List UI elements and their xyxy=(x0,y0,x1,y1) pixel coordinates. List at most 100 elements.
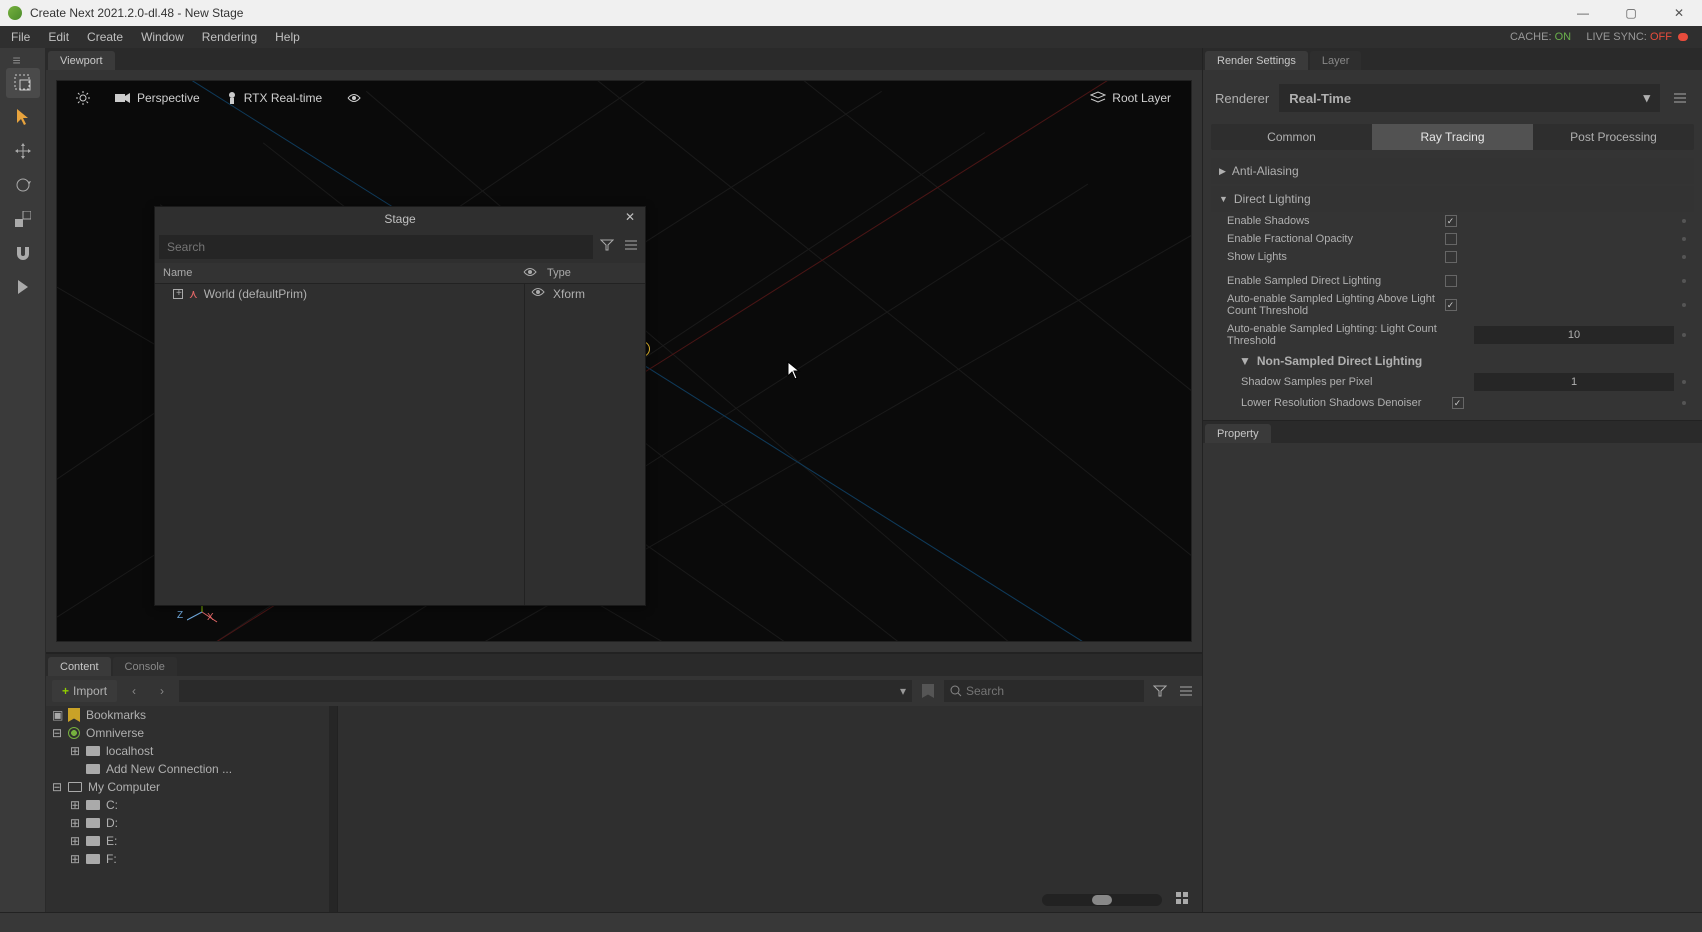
window-minimize-button[interactable]: ― xyxy=(1568,3,1598,23)
stage-filter-button[interactable] xyxy=(597,235,617,255)
nav-back-button[interactable]: ‹ xyxy=(123,680,145,702)
tree-item-drive-d[interactable]: ⊞D: xyxy=(46,814,337,832)
viewport-rendermode-button[interactable]: RTX Real-time xyxy=(218,87,330,109)
thumbnail-size-slider[interactable] xyxy=(1042,894,1162,906)
renderer-menu-button[interactable] xyxy=(1670,88,1690,108)
search-icon xyxy=(950,685,962,697)
checkbox-sampled-direct[interactable] xyxy=(1445,275,1457,287)
tab-property[interactable]: Property xyxy=(1205,424,1271,443)
label-show-lights: Show Lights xyxy=(1227,251,1437,263)
seg-common[interactable]: Common xyxy=(1211,124,1372,150)
input-shadow-samples[interactable]: 1 xyxy=(1474,373,1674,391)
content-main-area[interactable] xyxy=(338,706,1202,912)
tool-snap[interactable] xyxy=(6,238,40,268)
content-filter-button[interactable] xyxy=(1150,681,1170,701)
tree-item-localhost[interactable]: ⊞localhost xyxy=(46,742,337,760)
reset-dot-icon[interactable] xyxy=(1682,219,1686,223)
checkbox-fractional-opacity[interactable] xyxy=(1445,233,1457,245)
checkbox-lower-res-denoiser[interactable] xyxy=(1452,397,1464,409)
stage-row-world[interactable]: + ⋏ World (defaultPrim) xyxy=(155,284,524,304)
content-search-input[interactable] xyxy=(944,680,1144,702)
label-shadow-samples: Shadow Samples per Pixel xyxy=(1241,376,1466,388)
subsection-non-sampled[interactable]: ▼Non-Sampled Direct Lighting xyxy=(1211,350,1694,370)
tree-item-addconnection[interactable]: Add New Connection ... xyxy=(46,760,337,778)
reset-dot-icon[interactable] xyxy=(1682,401,1686,405)
seg-raytracing[interactable]: Ray Tracing xyxy=(1372,124,1533,150)
stage-search-input[interactable] xyxy=(159,235,593,259)
menu-help[interactable]: Help xyxy=(266,27,309,47)
omniverse-icon xyxy=(68,727,80,739)
checkbox-auto-sampled[interactable] xyxy=(1445,299,1457,311)
reset-dot-icon[interactable] xyxy=(1682,303,1686,307)
content-options-button[interactable] xyxy=(1176,681,1196,701)
section-anti-aliasing[interactable]: ▶Anti-Aliasing xyxy=(1211,158,1694,184)
expand-icon[interactable]: + xyxy=(173,289,183,299)
render-category-tabs: Common Ray Tracing Post Processing xyxy=(1211,124,1694,150)
tool-move[interactable] xyxy=(6,136,40,166)
checkbox-show-lights[interactable] xyxy=(1445,251,1457,263)
tree-item-drive-c[interactable]: ⊞C: xyxy=(46,796,337,814)
mouse-cursor-icon xyxy=(787,361,801,381)
tab-viewport[interactable]: Viewport xyxy=(48,51,115,70)
tool-select[interactable] xyxy=(6,68,40,98)
reset-dot-icon[interactable] xyxy=(1682,333,1686,337)
drive-icon xyxy=(86,854,100,864)
viewport-area[interactable]: Perspective RTX Real-time Root Layer xyxy=(46,70,1202,652)
content-browser: Content Console + Import ‹ › ▾ xyxy=(46,652,1202,912)
viewport-settings-button[interactable] xyxy=(69,86,97,110)
stage-panel[interactable]: Stage ✕ Name xyxy=(154,206,646,606)
menu-file[interactable]: File xyxy=(2,27,39,47)
tab-render-settings[interactable]: Render Settings xyxy=(1205,51,1308,70)
tool-rotate[interactable] xyxy=(6,170,40,200)
checkbox-enable-shadows[interactable] xyxy=(1445,215,1457,227)
reset-dot-icon[interactable] xyxy=(1682,255,1686,259)
nav-forward-button[interactable]: › xyxy=(151,680,173,702)
stage-options-button[interactable] xyxy=(621,235,641,255)
viewport-visibility-button[interactable] xyxy=(340,86,368,110)
viewport-rootlayer-button[interactable]: Root Layer xyxy=(1082,87,1179,109)
input-light-count-threshold[interactable]: 10 xyxy=(1474,326,1674,344)
grid-view-button[interactable] xyxy=(1172,888,1192,908)
tab-console[interactable]: Console xyxy=(113,657,177,676)
stage-type-value: Xform xyxy=(553,287,585,301)
tree-item-drive-f[interactable]: ⊞F: xyxy=(46,850,337,868)
menu-rendering[interactable]: Rendering xyxy=(193,27,266,47)
tool-scale[interactable] xyxy=(6,204,40,234)
eye-icon[interactable] xyxy=(531,287,545,297)
stage-header-type[interactable]: Type xyxy=(547,267,637,279)
tree-scrollbar[interactable] xyxy=(329,706,337,912)
toolbar-grip-icon[interactable] xyxy=(13,52,33,60)
tree-item-omniverse[interactable]: ⊟Omniverse xyxy=(46,724,337,742)
menu-create[interactable]: Create xyxy=(78,27,132,47)
reset-dot-icon[interactable] xyxy=(1682,380,1686,384)
stage-close-button[interactable]: ✕ xyxy=(621,210,639,228)
tab-content[interactable]: Content xyxy=(48,657,111,676)
toolbar-rail xyxy=(0,48,46,912)
import-button[interactable]: + Import xyxy=(52,680,117,702)
tool-cursor[interactable] xyxy=(6,102,40,132)
bookmark-button[interactable] xyxy=(918,681,938,701)
window-titlebar: Create Next 2021.2.0-dl.48 - New Stage ―… xyxy=(0,0,1702,26)
tree-item-mycomputer[interactable]: ⊟My Computer xyxy=(46,778,337,796)
seg-postprocessing[interactable]: Post Processing xyxy=(1533,124,1694,150)
stage-header-name[interactable]: Name xyxy=(163,267,523,279)
label-lower-res-denoiser: Lower Resolution Shadows Denoiser xyxy=(1241,397,1444,409)
tool-play[interactable] xyxy=(6,272,40,302)
reset-dot-icon[interactable] xyxy=(1682,279,1686,283)
viewport-camera-button[interactable]: Perspective xyxy=(107,87,208,109)
menu-window[interactable]: Window xyxy=(132,27,193,47)
label-enable-shadows: Enable Shadows xyxy=(1227,215,1437,227)
window-maximize-button[interactable]: ▢ xyxy=(1616,3,1646,23)
reset-dot-icon[interactable] xyxy=(1682,237,1686,241)
window-close-button[interactable]: ✕ xyxy=(1664,3,1694,23)
renderer-dropdown[interactable]: Real-Time ▾ xyxy=(1279,84,1660,112)
stage-title[interactable]: Stage ✕ xyxy=(155,207,645,231)
menu-edit[interactable]: Edit xyxy=(39,27,78,47)
menubar: File Edit Create Window Rendering Help C… xyxy=(0,26,1702,48)
content-tree[interactable]: ▣Bookmarks ⊟Omniverse ⊞localhost Add New… xyxy=(46,706,338,912)
tab-layer[interactable]: Layer xyxy=(1310,51,1362,70)
tree-item-bookmarks[interactable]: ▣Bookmarks xyxy=(46,706,337,724)
tree-item-drive-e[interactable]: ⊞E: xyxy=(46,832,337,850)
path-bar[interactable]: ▾ xyxy=(179,680,912,702)
section-direct-lighting[interactable]: ▼Direct Lighting xyxy=(1211,186,1694,212)
